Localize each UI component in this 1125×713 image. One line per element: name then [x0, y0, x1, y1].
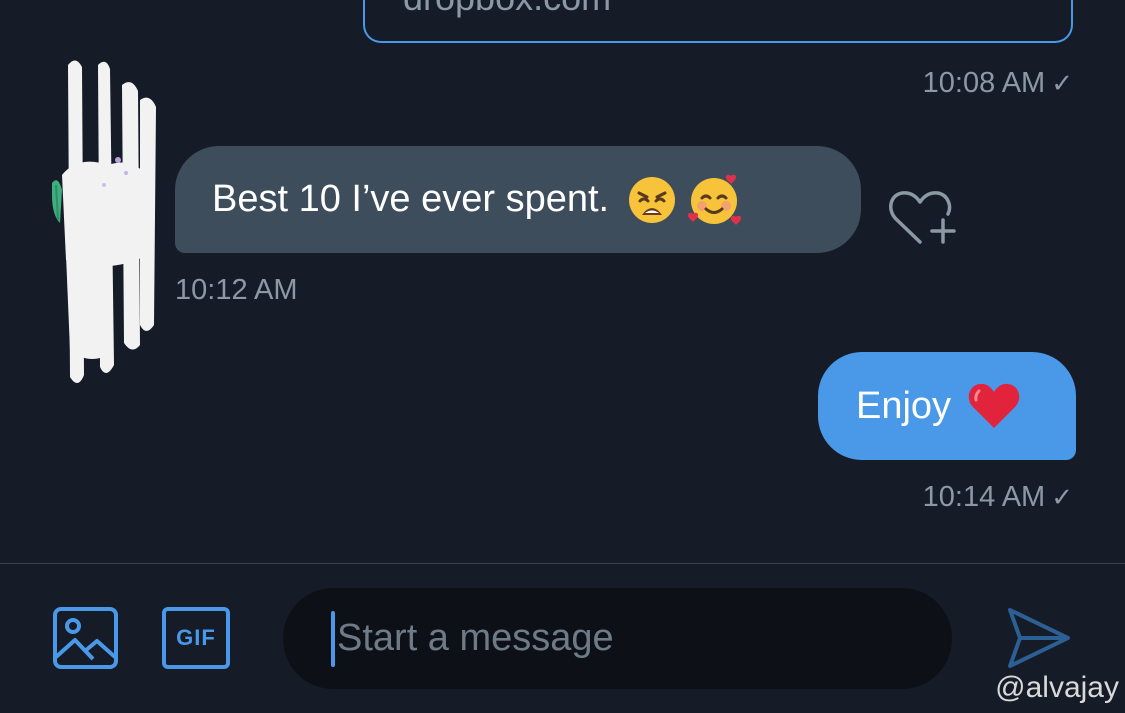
message-composer: GIF Start a message @alvajay	[0, 563, 1125, 713]
link-card[interactable]: dropbox.com	[363, 0, 1073, 43]
timestamp-text: 10:12 AM	[175, 274, 298, 306]
conversation-thread[interactable]: dropbox.com 10:08 AM✓ Best 10 I’ve ever …	[0, 0, 1125, 563]
text-caret	[331, 610, 335, 667]
message-timestamp: 10:08 AM ✓	[923, 66, 1073, 100]
message-timestamp: 10:12 AM	[175, 273, 298, 307]
incoming-message-text: Best 10 I’ve ever spent.	[212, 178, 610, 220]
redacted-avatar[interactable]	[48, 55, 163, 390]
image-icon[interactable]	[53, 607, 118, 669]
incoming-message-bubble[interactable]: Best 10 I’ve ever spent.	[175, 146, 861, 253]
message-timestamp: 10:14 AM ✓	[923, 480, 1073, 514]
gif-button[interactable]: GIF	[162, 607, 230, 669]
outgoing-message-text: Enjoy	[856, 384, 952, 427]
check-icon: ✓	[1051, 68, 1073, 98]
red-heart-emoji	[968, 383, 1020, 428]
timestamp-text: 10:08 AM	[922, 67, 1046, 99]
outgoing-message-bubble[interactable]: Enjoy	[818, 352, 1076, 460]
timestamp-text: 10:14 AM	[922, 481, 1046, 513]
message-input[interactable]: Start a message	[283, 588, 952, 689]
smiling-face-with-hearts-emoji	[688, 174, 742, 225]
message-input-placeholder: Start a message	[337, 617, 614, 659]
send-icon[interactable]	[1006, 606, 1072, 670]
gif-label: GIF	[176, 625, 216, 650]
watermark: @alvajay	[995, 671, 1119, 704]
heart-plus-icon[interactable]	[886, 186, 958, 250]
weary-face-emoji	[629, 176, 676, 223]
link-card-domain: dropbox.com	[403, 0, 611, 18]
check-icon: ✓	[1051, 482, 1073, 512]
